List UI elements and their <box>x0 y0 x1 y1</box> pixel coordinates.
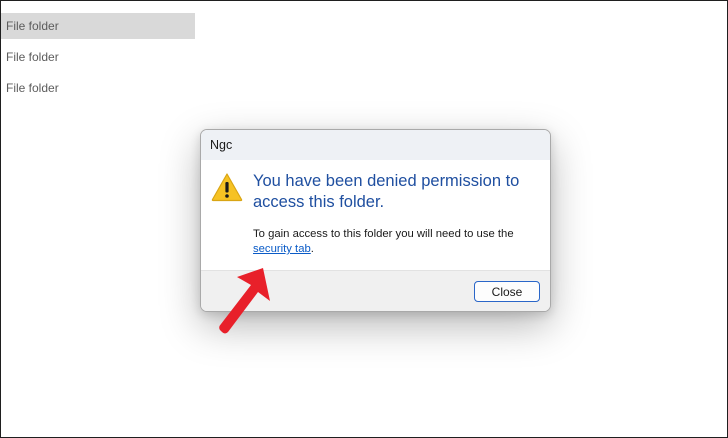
permission-dialog: Ngc You have been denied permission to a… <box>200 129 551 312</box>
explorer-window: File folder File folder File folder Ngc … <box>0 0 728 438</box>
file-type-label: File folder <box>6 19 59 33</box>
file-type-label: File folder <box>6 81 59 95</box>
file-list-item[interactable]: File folder <box>1 75 195 101</box>
dialog-body-text: To gain access to this folder you will n… <box>253 227 543 257</box>
file-list-item[interactable]: File folder <box>1 13 195 39</box>
security-tab-link[interactable]: security tab <box>253 243 311 255</box>
dialog-title: Ngc <box>210 138 233 152</box>
body-text-suffix: . <box>310 243 314 255</box>
dialog-titlebar[interactable]: Ngc <box>201 130 550 160</box>
warning-icon <box>211 173 243 202</box>
body-text-prefix: To gain access to this folder you will n… <box>253 228 514 240</box>
close-button[interactable]: Close <box>474 281 540 302</box>
dialog-footer: Close <box>201 270 550 311</box>
file-type-label: File folder <box>6 50 59 64</box>
file-list-item[interactable]: File folder <box>1 44 195 70</box>
main-instruction: You have been denied permission to acces… <box>253 172 520 211</box>
dialog-content: You have been denied permission to acces… <box>201 160 550 272</box>
